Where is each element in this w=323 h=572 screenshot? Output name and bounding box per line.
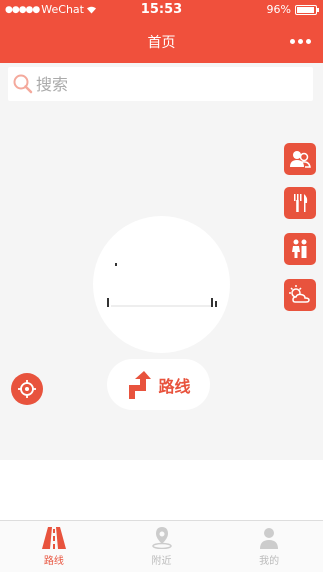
restroom-button[interactable] — [284, 233, 316, 265]
route-button[interactable]: 路线 — [107, 359, 210, 410]
restroom-icon — [292, 239, 307, 258]
map-loading-marks — [107, 263, 217, 307]
tab-route-label: 路线 — [43, 556, 64, 567]
locate-button[interactable] — [11, 373, 43, 405]
map-area[interactable]: 路线 — [0, 105, 323, 460]
map-center-area — [93, 216, 230, 353]
navigation-bar: 首页 — [0, 21, 323, 63]
person-icon — [260, 528, 279, 549]
weather-icon — [289, 285, 310, 303]
restaurant-button[interactable] — [284, 187, 316, 219]
people-icon — [290, 151, 311, 168]
battery-icon — [295, 4, 319, 15]
weather-button[interactable] — [284, 279, 316, 311]
search-bar — [0, 63, 323, 105]
tab-nearby[interactable]: 附近 — [108, 521, 216, 572]
tab-mine[interactable]: 我的 — [215, 521, 323, 572]
tab-bar: 路线 附近 我的 — [0, 520, 323, 572]
page-title: 首页 — [147, 35, 176, 51]
status-bar: ●●●●● WeChat 15:53 96% — [0, 0, 323, 21]
tab-mine-label: 我的 — [259, 556, 280, 567]
location-pin-icon — [151, 527, 172, 549]
fork-knife-icon — [294, 194, 308, 212]
road-icon — [41, 527, 66, 549]
tab-nearby-label: 附近 — [151, 556, 172, 567]
search-input[interactable] — [36, 74, 296, 94]
tab-route[interactable]: 路线 — [0, 521, 108, 572]
battery-fill — [297, 6, 315, 13]
route-button-label: 路线 — [158, 376, 191, 396]
search-box[interactable] — [8, 67, 313, 101]
battery-percent: 96% — [266, 3, 291, 16]
search-icon — [13, 74, 33, 94]
crosshair-icon — [18, 380, 36, 398]
nearby-people-button[interactable] — [284, 143, 316, 175]
more-dots-icon[interactable] — [290, 39, 311, 44]
route-arrow-icon — [129, 370, 152, 399]
